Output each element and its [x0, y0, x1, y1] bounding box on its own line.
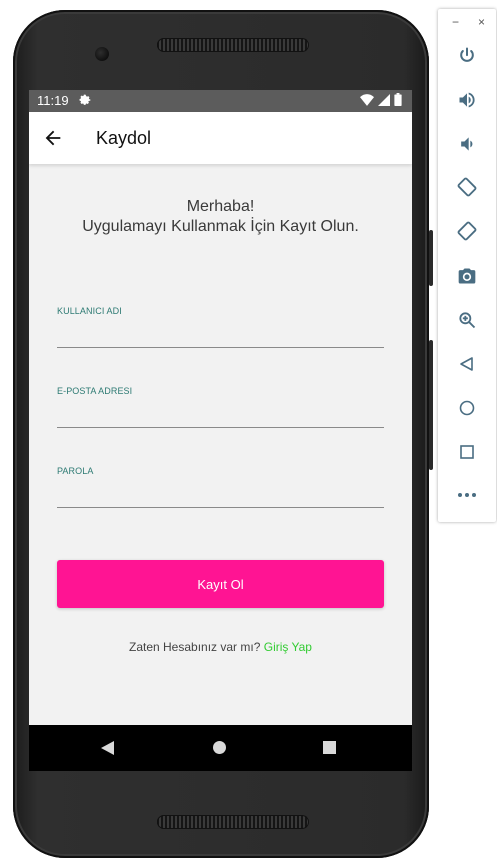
device-screen: 11:19 Kaydol Merhaba! Uygulamayı Kullanm… [29, 90, 412, 771]
app-bar: Kaydol [29, 112, 412, 164]
top-speaker [157, 38, 309, 52]
login-prompt: Zaten Hesabınız var mı? Giriş Yap [29, 640, 412, 654]
power-hardware-button [429, 340, 433, 470]
email-label: E-POSTA ADRESI [57, 386, 133, 396]
welcome-message: Merhaba! Uygulamayı Kullanmak İçin Kayıt… [29, 197, 412, 237]
password-label: PAROLA [57, 466, 94, 476]
username-field: KULLANICI ADI [57, 306, 384, 348]
status-bar: 11:19 [29, 90, 412, 112]
bottom-speaker [157, 815, 309, 829]
email-field: E-POSTA ADRESI [57, 386, 384, 428]
front-camera [95, 47, 109, 61]
camera-icon[interactable] [455, 264, 479, 288]
nav-home-icon[interactable] [213, 741, 226, 754]
status-icons [360, 93, 402, 109]
volume-down-icon[interactable] [455, 132, 479, 156]
password-input[interactable] [57, 480, 384, 508]
back-icon[interactable] [455, 352, 479, 376]
system-nav-bar [29, 725, 412, 771]
welcome-line-1: Merhaba! [186, 198, 255, 215]
rotate-left-icon[interactable] [455, 175, 479, 199]
login-link[interactable]: Giriş Yap [264, 640, 312, 654]
overview-icon[interactable] [455, 440, 479, 464]
status-time: 11:19 [37, 93, 69, 108]
rotate-right-icon[interactable] [455, 219, 479, 243]
minimize-button[interactable]: − [452, 15, 459, 29]
username-input[interactable] [57, 320, 384, 348]
nav-overview-icon[interactable] [323, 741, 336, 754]
page-title: Kaydol [96, 128, 152, 148]
home-icon[interactable] [455, 396, 479, 420]
register-button[interactable]: Kayıt Ol [57, 560, 384, 608]
password-field: PAROLA [57, 466, 384, 508]
emulator-toolbar: − × [438, 9, 496, 522]
nav-back-icon[interactable] [101, 741, 115, 760]
settings-gear-icon [79, 93, 92, 109]
welcome-line-2: Uygulamayı Kullanmak İçin Kayıt Olun. [82, 218, 359, 235]
volume-up-icon[interactable] [455, 88, 479, 112]
power-icon[interactable] [455, 44, 479, 68]
zoom-icon[interactable] [455, 308, 479, 332]
volume-hardware-button [429, 230, 433, 286]
more-icon[interactable] [455, 483, 479, 507]
email-input[interactable] [57, 400, 384, 428]
login-prompt-text: Zaten Hesabınız var mı? [129, 640, 261, 654]
battery-icon [394, 93, 402, 109]
username-label: KULLANICI ADI [57, 306, 122, 316]
back-arrow-icon[interactable] [42, 127, 64, 149]
close-button[interactable]: × [478, 15, 485, 29]
wifi-icon [360, 93, 374, 109]
signal-icon [378, 93, 390, 109]
